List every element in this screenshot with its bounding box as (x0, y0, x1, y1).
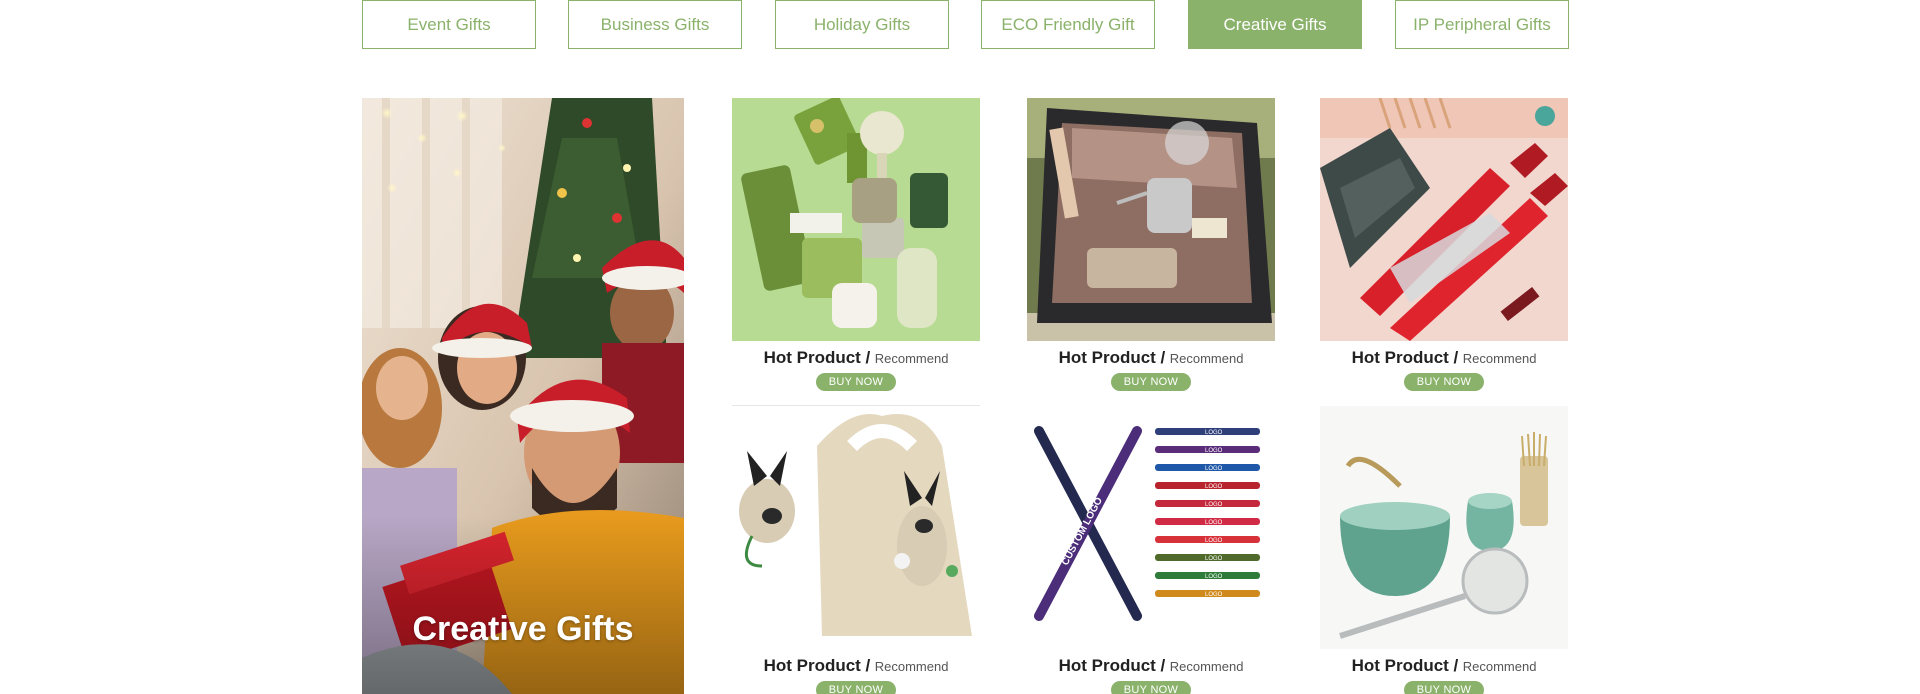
tab-event-gifts[interactable]: Event Gifts (362, 0, 536, 49)
pen-logo-text: LOGO (1205, 520, 1223, 526)
hot-product-label: Hot Product / (1351, 656, 1459, 675)
product-image-coffee-travel-kit[interactable] (1027, 98, 1275, 341)
hot-product-label: Hot Product / (1351, 348, 1459, 367)
product-image-dog-shopping-bag[interactable] (732, 406, 980, 649)
hero-title: Creative Gifts (412, 610, 634, 648)
product-image-wine-bottle-umbrella[interactable] (1320, 98, 1568, 341)
recommend-label: Recommend (1462, 659, 1537, 674)
product-card[interactable]: Hot Product / Recommend BUY NOW (1027, 98, 1275, 391)
hot-product-label: Hot Product / (763, 656, 871, 675)
pen-logo-text: LOGO (1205, 556, 1223, 562)
pen-logo-text: LOGO (1205, 538, 1223, 544)
product-caption: Hot Product / Recommend (1027, 348, 1275, 368)
product-caption: Hot Product / Recommend (732, 348, 980, 368)
product-card[interactable]: Hot Product / Recommend BUY NOW (732, 98, 980, 391)
hot-product-label: Hot Product / (1058, 348, 1166, 367)
pen-logo-text: LOGO (1205, 448, 1223, 454)
recommend-label: Recommend (1462, 351, 1537, 366)
buy-now-button[interactable]: BUY NOW (1111, 373, 1191, 391)
buy-now-button[interactable]: BUY NOW (816, 681, 896, 694)
tab-holiday-gifts[interactable]: Holiday Gifts (775, 0, 949, 49)
buy-now-button[interactable]: BUY NOW (1404, 681, 1484, 694)
hero-photo (362, 98, 684, 694)
product-card[interactable]: Hot Product / Recommend BUY NOW (732, 406, 980, 694)
product-image-logo-pens[interactable]: CUSTOM LOGO LOGO LOGO LOGO LOGO LOGO LOG… (1027, 406, 1275, 649)
product-image-green-gift-set[interactable] (732, 98, 980, 341)
hero-banner[interactable]: Creative Gifts (362, 98, 684, 694)
tab-business-gifts[interactable]: Business Gifts (568, 0, 742, 49)
tab-eco-friendly-gift[interactable]: ECO Friendly Gift (981, 0, 1155, 49)
recommend-label: Recommend (1169, 351, 1244, 366)
product-caption: Hot Product / Recommend (1320, 348, 1568, 368)
pen-logo-text: LOGO (1205, 574, 1223, 580)
product-card[interactable]: CUSTOM LOGO LOGO LOGO LOGO LOGO LOGO LOG… (1027, 406, 1275, 694)
pen-logo-text: LOGO (1205, 592, 1223, 598)
product-image-matcha-tea-set[interactable] (1320, 406, 1568, 649)
pen-logo-text: LOGO (1205, 484, 1223, 490)
hot-product-label: Hot Product / (763, 348, 871, 367)
hot-product-label: Hot Product / (1058, 656, 1166, 675)
pen-logo-text: LOGO (1205, 466, 1223, 472)
tab-creative-gifts[interactable]: Creative Gifts (1188, 0, 1362, 49)
pen-logo-text: LOGO (1205, 430, 1223, 436)
buy-now-button[interactable]: BUY NOW (1111, 681, 1191, 694)
pen-logo-text: LOGO (1205, 502, 1223, 508)
recommend-label: Recommend (874, 659, 949, 674)
product-caption: Hot Product / Recommend (1320, 656, 1568, 676)
tab-ip-peripheral-gifts[interactable]: IP Peripheral Gifts (1395, 0, 1569, 49)
product-card[interactable]: Hot Product / Recommend BUY NOW (1320, 406, 1568, 694)
recommend-label: Recommend (1169, 659, 1244, 674)
buy-now-button[interactable]: BUY NOW (816, 373, 896, 391)
buy-now-button[interactable]: BUY NOW (1404, 373, 1484, 391)
product-caption: Hot Product / Recommend (1027, 656, 1275, 676)
product-card[interactable]: Hot Product / Recommend BUY NOW (1320, 98, 1568, 391)
product-caption: Hot Product / Recommend (732, 656, 980, 676)
recommend-label: Recommend (874, 351, 949, 366)
